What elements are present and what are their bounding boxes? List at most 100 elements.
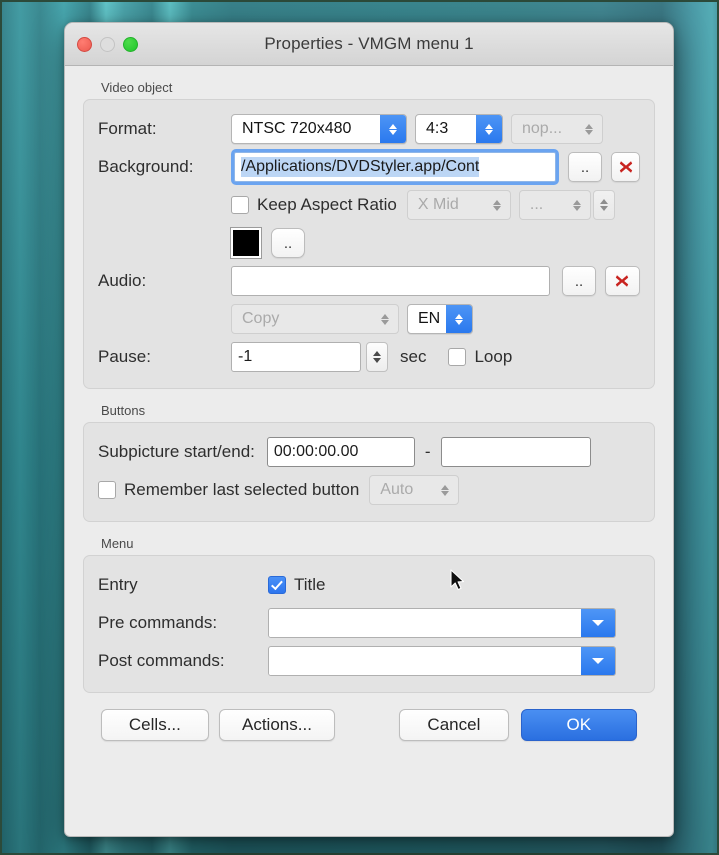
align-extra-select: ... [519, 190, 591, 220]
audio-codec-value: Copy [242, 310, 279, 328]
row-remember-button: Remember last selected button Auto [98, 471, 640, 509]
pause-input[interactable]: -1 [231, 342, 361, 372]
background-browse-button[interactable]: .. [568, 152, 602, 182]
pre-commands-input[interactable] [269, 609, 581, 638]
zoom-button[interactable] [123, 37, 138, 52]
subpicture-label: Subpicture start/end: [98, 442, 255, 462]
row-entry: Entry Title [98, 566, 640, 604]
row-subpicture: Subpicture start/end: 00:00:00.00 - [98, 433, 640, 471]
pre-commands-combo[interactable] [268, 608, 616, 638]
audio-codec-select: Copy [231, 304, 399, 334]
align-edge-stepper[interactable] [593, 190, 615, 220]
pause-label: Pause: [98, 347, 231, 367]
ok-button[interactable]: OK [521, 709, 637, 741]
video-format-select[interactable]: NTSC 720x480 [231, 114, 407, 144]
align-extra-stepper-icon [564, 191, 590, 219]
subpicture-end-input[interactable] [441, 437, 591, 467]
audio-language-stepper-icon[interactable] [446, 305, 472, 333]
audio-codec-stepper-icon [372, 305, 398, 333]
video-extra-value: nop... [522, 120, 562, 138]
entry-title-label: Title [294, 575, 326, 595]
remember-last-button-checkbox[interactable] [98, 481, 116, 499]
remember-mode-value: Auto [380, 481, 413, 499]
row-background-color: .. [98, 224, 640, 262]
post-commands-label: Post commands: [98, 651, 268, 671]
background-color-browse-button[interactable]: .. [271, 228, 305, 258]
section-label-video-object: Video object [101, 80, 655, 95]
window-title: Properties - VMGM menu 1 [65, 34, 673, 54]
loop-checkbox[interactable] [448, 348, 466, 366]
aspect-ratio-value: 4:3 [426, 120, 448, 138]
row-pause: Pause: -1 sec Loop [98, 338, 640, 376]
subpicture-start-input[interactable]: 00:00:00.00 [267, 437, 415, 467]
audio-language-select[interactable]: EN [407, 304, 473, 334]
aspect-ratio-stepper-icon[interactable] [476, 115, 502, 143]
align-value: X Mid [418, 196, 459, 214]
keep-aspect-ratio-label: Keep Aspect Ratio [257, 195, 397, 215]
cancel-button[interactable]: Cancel [399, 709, 509, 741]
background-focus-ring: /Applications/DVDStyler.app/Cont [231, 149, 559, 185]
background-path-value: /Applications/DVDStyler.app/Cont [241, 157, 479, 177]
post-commands-input[interactable] [269, 647, 581, 676]
group-buttons: Subpicture start/end: 00:00:00.00 - Reme… [83, 422, 655, 522]
aspect-ratio-select[interactable]: 4:3 [415, 114, 503, 144]
video-extra-stepper-icon [576, 115, 602, 143]
background-color-swatch[interactable] [231, 228, 261, 258]
video-format-stepper-icon[interactable] [380, 115, 406, 143]
group-video-object: Format: NTSC 720x480 4:3 nop... [83, 99, 655, 389]
align-stepper-icon [484, 191, 510, 219]
pause-unit-label: sec [400, 347, 426, 367]
window-titlebar[interactable]: Properties - VMGM menu 1 [65, 23, 673, 66]
minimize-button[interactable] [100, 37, 115, 52]
format-label: Format: [98, 119, 231, 139]
red-x-icon [617, 158, 635, 176]
group-menu: Entry Title Pre commands: Post commands: [83, 555, 655, 693]
audio-clear-button[interactable] [605, 266, 640, 296]
loop-label: Loop [474, 347, 512, 367]
audio-browse-button[interactable]: .. [562, 266, 596, 296]
dialog-content: Video object Format: NTSC 720x480 4:3 [65, 80, 673, 741]
properties-dialog-window: Properties - VMGM menu 1 Video object Fo… [64, 22, 674, 837]
row-keep-aspect: Keep Aspect Ratio X Mid ... [98, 186, 640, 224]
red-x-icon [613, 272, 631, 290]
post-commands-combo[interactable] [268, 646, 616, 676]
entry-title-checkbox[interactable] [268, 576, 286, 594]
actions-button[interactable]: Actions... [219, 709, 335, 741]
chevron-down-icon [592, 620, 604, 626]
row-pre-commands: Pre commands: [98, 604, 640, 642]
subpicture-separator: - [425, 442, 431, 462]
audio-language-value: EN [418, 310, 440, 328]
pause-value: -1 [238, 348, 252, 366]
row-background: Background: /Applications/DVDStyler.app/… [98, 148, 640, 186]
pre-commands-label: Pre commands: [98, 613, 268, 633]
background-label: Background: [98, 157, 231, 177]
row-format: Format: NTSC 720x480 4:3 nop... [98, 110, 640, 148]
dialog-button-bar: Cells... Actions... Cancel OK [83, 693, 655, 741]
subpicture-start-value: 00:00:00.00 [274, 443, 359, 461]
close-button[interactable] [77, 37, 92, 52]
row-audio: Audio: .. [98, 262, 640, 300]
audio-path-input[interactable] [231, 266, 550, 296]
remember-mode-select: Auto [369, 475, 459, 505]
audio-label: Audio: [98, 271, 231, 291]
background-clear-button[interactable] [611, 152, 640, 182]
window-controls [77, 37, 138, 52]
video-format-value: NTSC 720x480 [242, 120, 351, 138]
entry-label: Entry [98, 575, 268, 595]
align-select: X Mid [407, 190, 511, 220]
row-post-commands: Post commands: [98, 642, 640, 680]
video-extra-select: nop... [511, 114, 603, 144]
section-label-menu: Menu [101, 536, 655, 551]
pre-commands-dropdown-button[interactable] [581, 609, 615, 637]
background-path-input[interactable]: /Applications/DVDStyler.app/Cont [234, 152, 556, 182]
section-label-buttons: Buttons [101, 403, 655, 418]
keep-aspect-ratio-checkbox[interactable] [231, 196, 249, 214]
cells-button[interactable]: Cells... [101, 709, 209, 741]
row-audio-codec: Copy EN [98, 300, 640, 338]
align-extra-value: ... [530, 196, 543, 214]
remember-mode-stepper-icon [432, 476, 458, 504]
post-commands-dropdown-button[interactable] [581, 647, 615, 675]
remember-last-button-label: Remember last selected button [124, 480, 359, 500]
chevron-down-icon [592, 658, 604, 664]
pause-stepper[interactable] [366, 342, 388, 372]
